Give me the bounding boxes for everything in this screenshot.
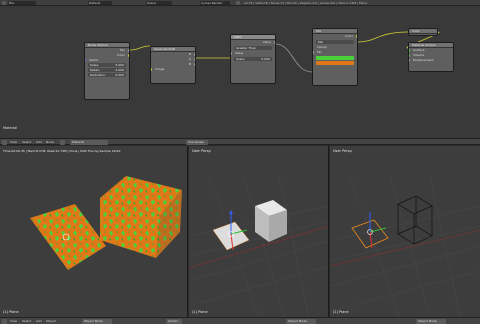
node-editor[interactable]: Noise Texture Fac Color Vector Scale: 5.0… bbox=[0, 6, 480, 138]
value-in-socket[interactable] bbox=[231, 52, 232, 55]
noise-distortion-field[interactable]: Distortion: 0.000 bbox=[88, 73, 126, 77]
shader-icon[interactable] bbox=[60, 140, 65, 145]
g-socket[interactable] bbox=[194, 58, 195, 61]
displacement-socket[interactable] bbox=[409, 59, 410, 62]
vector-socket[interactable] bbox=[85, 59, 86, 62]
node-editor-header: View Select Add Node Material Use Nodes bbox=[0, 138, 480, 145]
mix-color-output: Color bbox=[313, 34, 357, 39]
active-object-label: (1) Plane bbox=[192, 310, 208, 314]
viewport-rendered[interactable]: Time:00:00.45 | Mem:8.37M, Peak:22.74M |… bbox=[0, 146, 188, 317]
node-separate-rgb[interactable]: Separate RGB R G B Image bbox=[150, 46, 196, 84]
cube-wireframe bbox=[397, 195, 433, 245]
render-engine-select[interactable]: Cycles Render bbox=[200, 1, 230, 5]
rendered-view bbox=[30, 176, 182, 270]
editor-type-icon[interactable] bbox=[2, 319, 7, 324]
mix-color2-swatch[interactable] bbox=[316, 61, 354, 65]
math-scale-field[interactable]: Scale: 5.000 bbox=[234, 57, 272, 61]
volume-socket[interactable] bbox=[409, 54, 410, 57]
view-label: User Persp bbox=[333, 149, 352, 153]
view-label: User Persp bbox=[192, 149, 211, 153]
noise-scale-field[interactable]: Scale: 5.000 bbox=[88, 63, 126, 67]
noise-detail-field[interactable]: Detail: 2.000 bbox=[88, 68, 126, 72]
active-object-label: (1) Plane bbox=[333, 310, 349, 314]
menu-select[interactable]: Select bbox=[22, 319, 31, 324]
menu-view[interactable]: View bbox=[10, 140, 17, 145]
mode-select-3[interactable]: Object Mode bbox=[416, 319, 446, 324]
screen-layout-select[interactable]: Default bbox=[88, 1, 112, 5]
menu-view[interactable]: View bbox=[10, 319, 17, 324]
z-arrow-head bbox=[229, 210, 233, 214]
node-mix-rgb[interactable]: Mix Color Mix Clamp Fac bbox=[312, 28, 358, 86]
math-value-input: Value bbox=[231, 51, 275, 56]
image-socket[interactable] bbox=[151, 68, 152, 71]
fac-socket[interactable] bbox=[128, 49, 129, 52]
node-material-output[interactable]: Material Output Surface Volume Displacem… bbox=[408, 42, 454, 72]
math-operation-select[interactable]: Greater Than bbox=[234, 46, 272, 50]
mix-fac-input: Fac bbox=[313, 50, 357, 55]
blender-icon bbox=[236, 1, 240, 5]
3d-view-header: View Select Add Object Object Mode Globa… bbox=[0, 317, 480, 324]
viewport-solid[interactable]: User Persp (1) Plane bbox=[189, 146, 329, 317]
rendered-plane bbox=[30, 204, 106, 270]
grid-floor bbox=[330, 175, 480, 317]
material-label: Material bbox=[3, 126, 18, 130]
mix-blend-select[interactable]: Mix bbox=[316, 40, 354, 44]
menu-file[interactable]: File bbox=[8, 1, 36, 5]
mix-color-socket[interactable] bbox=[356, 35, 357, 38]
output-displacement-input: Displacement bbox=[409, 58, 453, 63]
wireframe-view bbox=[330, 175, 480, 317]
math-value-output: Value bbox=[231, 40, 275, 45]
noise-vector-input: Vector bbox=[85, 58, 129, 62]
active-object-label: (1) Plane bbox=[3, 310, 19, 314]
node-color-output[interactable]: Color bbox=[408, 28, 438, 36]
solid-view bbox=[189, 175, 328, 317]
fac-in-socket[interactable] bbox=[313, 51, 314, 54]
separate-image-input: Image bbox=[151, 67, 195, 72]
editor-type-icon[interactable] bbox=[2, 1, 6, 5]
grid-floor bbox=[189, 175, 328, 317]
editor-type-icon[interactable] bbox=[2, 140, 7, 145]
mode-select[interactable]: Object Mode bbox=[82, 319, 112, 324]
use-nodes-toggle[interactable]: Use Nodes bbox=[186, 140, 208, 145]
material-select[interactable]: Material bbox=[70, 140, 108, 145]
r-socket[interactable] bbox=[194, 53, 195, 56]
viewport-wireframe[interactable]: User Persp (1) Plane bbox=[330, 146, 480, 317]
menu-object[interactable]: Object bbox=[46, 319, 56, 324]
surface-socket[interactable] bbox=[409, 49, 410, 52]
node-math[interactable]: Math Value Greater Than Value Scale: 5.00… bbox=[230, 34, 276, 84]
menu-select[interactable]: Select bbox=[22, 140, 31, 145]
scene-select[interactable]: Scene bbox=[146, 1, 172, 5]
x-axis-line bbox=[330, 229, 480, 267]
color-socket[interactable] bbox=[128, 54, 129, 57]
node-color-title[interactable]: Color bbox=[409, 29, 437, 34]
mix-color1-swatch[interactable] bbox=[316, 56, 354, 60]
value-socket[interactable] bbox=[274, 41, 275, 44]
menu-node[interactable]: Node bbox=[46, 140, 54, 145]
orientation-select[interactable]: Global bbox=[166, 319, 182, 324]
menu-add[interactable]: Add bbox=[36, 319, 42, 324]
b-socket[interactable] bbox=[194, 63, 195, 66]
node-texture-coordinate[interactable]: Noise Texture Fac Color Vector Scale: 5.0… bbox=[84, 42, 130, 100]
mode-select-2[interactable]: Object Mode bbox=[286, 319, 316, 324]
render-info: Time:00:00.45 | Mem:8.37M, Peak:22.74M |… bbox=[3, 149, 121, 153]
menu-add[interactable]: Add bbox=[36, 140, 42, 145]
